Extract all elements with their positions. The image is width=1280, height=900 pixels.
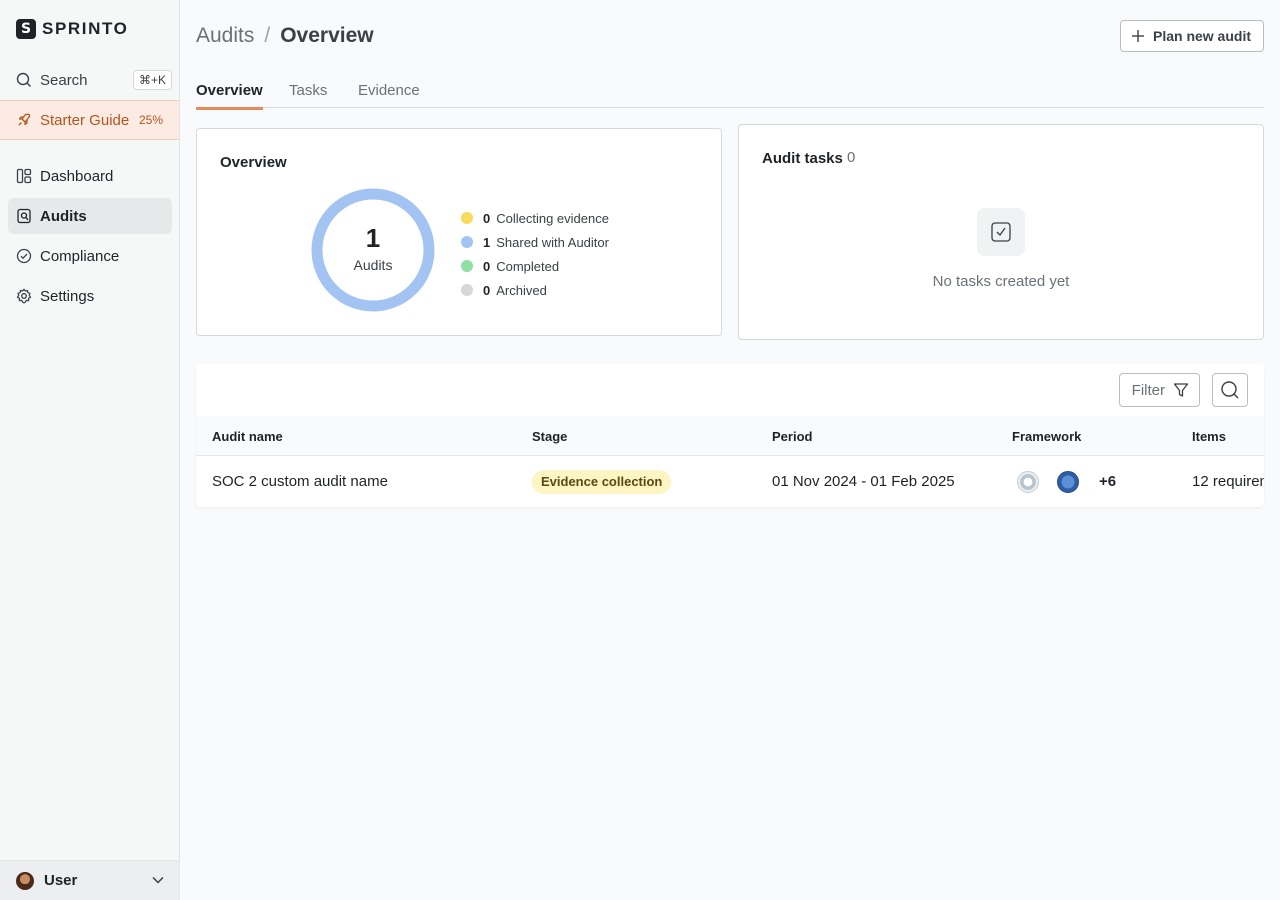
legend-label: Shared with Auditor [496, 234, 609, 250]
breadcrumb-separator: / [264, 24, 271, 47]
empty-tasks-icon [977, 208, 1025, 256]
app-logo[interactable]: S SPRINTO [16, 19, 128, 39]
tab-tasks[interactable]: Tasks [289, 82, 327, 107]
column-header-audit-name[interactable]: Audit name [212, 429, 283, 444]
check-circle-icon [16, 248, 32, 264]
sidebar-nav: Dashboard Audits Compliance Settings [8, 158, 172, 318]
empty-tasks-text: No tasks created yet [932, 273, 1070, 290]
legend-dot [461, 212, 473, 224]
legend-count: 0 [483, 258, 491, 274]
starter-guide-progress: 25% [138, 113, 163, 127]
sidebar-item-label: Audits [40, 207, 87, 225]
plus-icon [1131, 30, 1144, 42]
legend-label: Collecting evidence [496, 210, 609, 226]
starter-guide-label: Starter Guide [40, 111, 130, 129]
donut-total-label: Audits [353, 257, 393, 273]
search-label: Search [40, 71, 88, 89]
legend-count: 0 [483, 210, 491, 226]
sidebar-item-label: Dashboard [40, 167, 114, 185]
logo-mark: S [16, 19, 36, 39]
legend-label: Completed [496, 258, 560, 274]
column-header-period[interactable]: Period [772, 429, 812, 444]
legend-item: 0 Completed [461, 254, 609, 278]
audits-icon [17, 208, 31, 224]
table-row[interactable]: SOC 2 custom audit name Evidence collect… [196, 456, 1264, 507]
plan-new-audit-button[interactable]: Plan new audit [1119, 20, 1264, 52]
sidebar-item-dashboard[interactable]: Dashboard [8, 158, 172, 194]
legend-count: 0 [483, 282, 491, 298]
sidebar-item-compliance[interactable]: Compliance [8, 238, 172, 274]
search-icon [16, 72, 31, 87]
sidebar: S SPRINTO Search ⌘+K Starter Guide 25% D… [0, 0, 180, 900]
rocket-icon [18, 113, 31, 126]
period-cell: 01 Nov 2024 - 01 Feb 2025 [772, 473, 955, 490]
column-header-items[interactable]: Items [1192, 429, 1226, 444]
table-header: Audit name Stage Period Framework Items [196, 416, 1264, 456]
avatar [16, 871, 34, 890]
logo-text: SPRINTO [42, 19, 129, 38]
filter-icon [1173, 383, 1189, 397]
tab-evidence[interactable]: Evidence [358, 82, 420, 107]
overview-card-title: Overview [220, 154, 287, 171]
audits-table: Filter Audit name Stage Period Framework… [196, 364, 1264, 507]
legend-item: 0 Archived [461, 278, 609, 302]
audit-tasks-count: 0 [847, 149, 856, 166]
tab-bar: Overview Tasks Evidence [196, 80, 1264, 110]
donut-total: 1 [365, 223, 381, 253]
breadcrumb-root[interactable]: Audits [196, 24, 254, 48]
overview-card: Overview 1 Audits 0 Collecting evidence … [196, 128, 722, 336]
framework-more-count[interactable]: +6 [1099, 473, 1116, 490]
plan-new-audit-label: Plan new audit [1152, 28, 1251, 44]
sidebar-item-settings[interactable]: Settings [8, 278, 172, 314]
audit-name-cell[interactable]: SOC 2 custom audit name [212, 473, 388, 490]
legend-dot [461, 236, 473, 248]
search-shortcut: ⌘+K [132, 70, 172, 90]
legend-dot [461, 284, 473, 296]
starter-guide[interactable]: Starter Guide 25% [0, 100, 179, 140]
framework-logo-icon [1017, 471, 1039, 493]
sidebar-item-label: Compliance [40, 247, 120, 265]
gear-icon [16, 288, 32, 304]
legend-count: 1 [483, 234, 491, 250]
column-header-stage[interactable]: Stage [532, 429, 567, 444]
dashboard-icon [16, 168, 32, 184]
audit-tasks-title: Audit tasks [762, 150, 843, 167]
audit-tasks-card: Audit tasks 0 No tasks created yet [738, 124, 1264, 340]
sidebar-search[interactable]: Search ⌘+K [8, 66, 172, 94]
legend-dot [461, 260, 473, 272]
stage-badge: Evidence collection [532, 470, 672, 494]
framework-logo-icon [1057, 471, 1079, 493]
sidebar-item-label: Settings [40, 287, 95, 305]
tab-overview[interactable]: Overview [196, 82, 263, 110]
column-header-framework[interactable]: Framework [1012, 429, 1081, 444]
sidebar-item-audits[interactable]: Audits [8, 198, 172, 234]
search-icon [1221, 381, 1239, 399]
filter-button[interactable]: Filter [1118, 373, 1200, 407]
overview-legend: 0 Collecting evidence 1 Shared with Audi… [461, 206, 609, 302]
items-cell: 12 requirements [1192, 473, 1264, 490]
legend-item: 1 Shared with Auditor [461, 230, 609, 254]
chevron-down-icon [152, 876, 164, 884]
filter-label: Filter [1131, 381, 1165, 399]
legend-label: Archived [496, 282, 547, 298]
user-menu[interactable]: User [0, 860, 179, 900]
table-search-button[interactable] [1212, 373, 1248, 407]
user-name: User [44, 872, 78, 889]
page-title: Overview [280, 24, 374, 47]
legend-item: 0 Collecting evidence [461, 206, 609, 230]
checkbox-icon [991, 222, 1011, 242]
breadcrumb: Audits / Overview [196, 24, 374, 48]
